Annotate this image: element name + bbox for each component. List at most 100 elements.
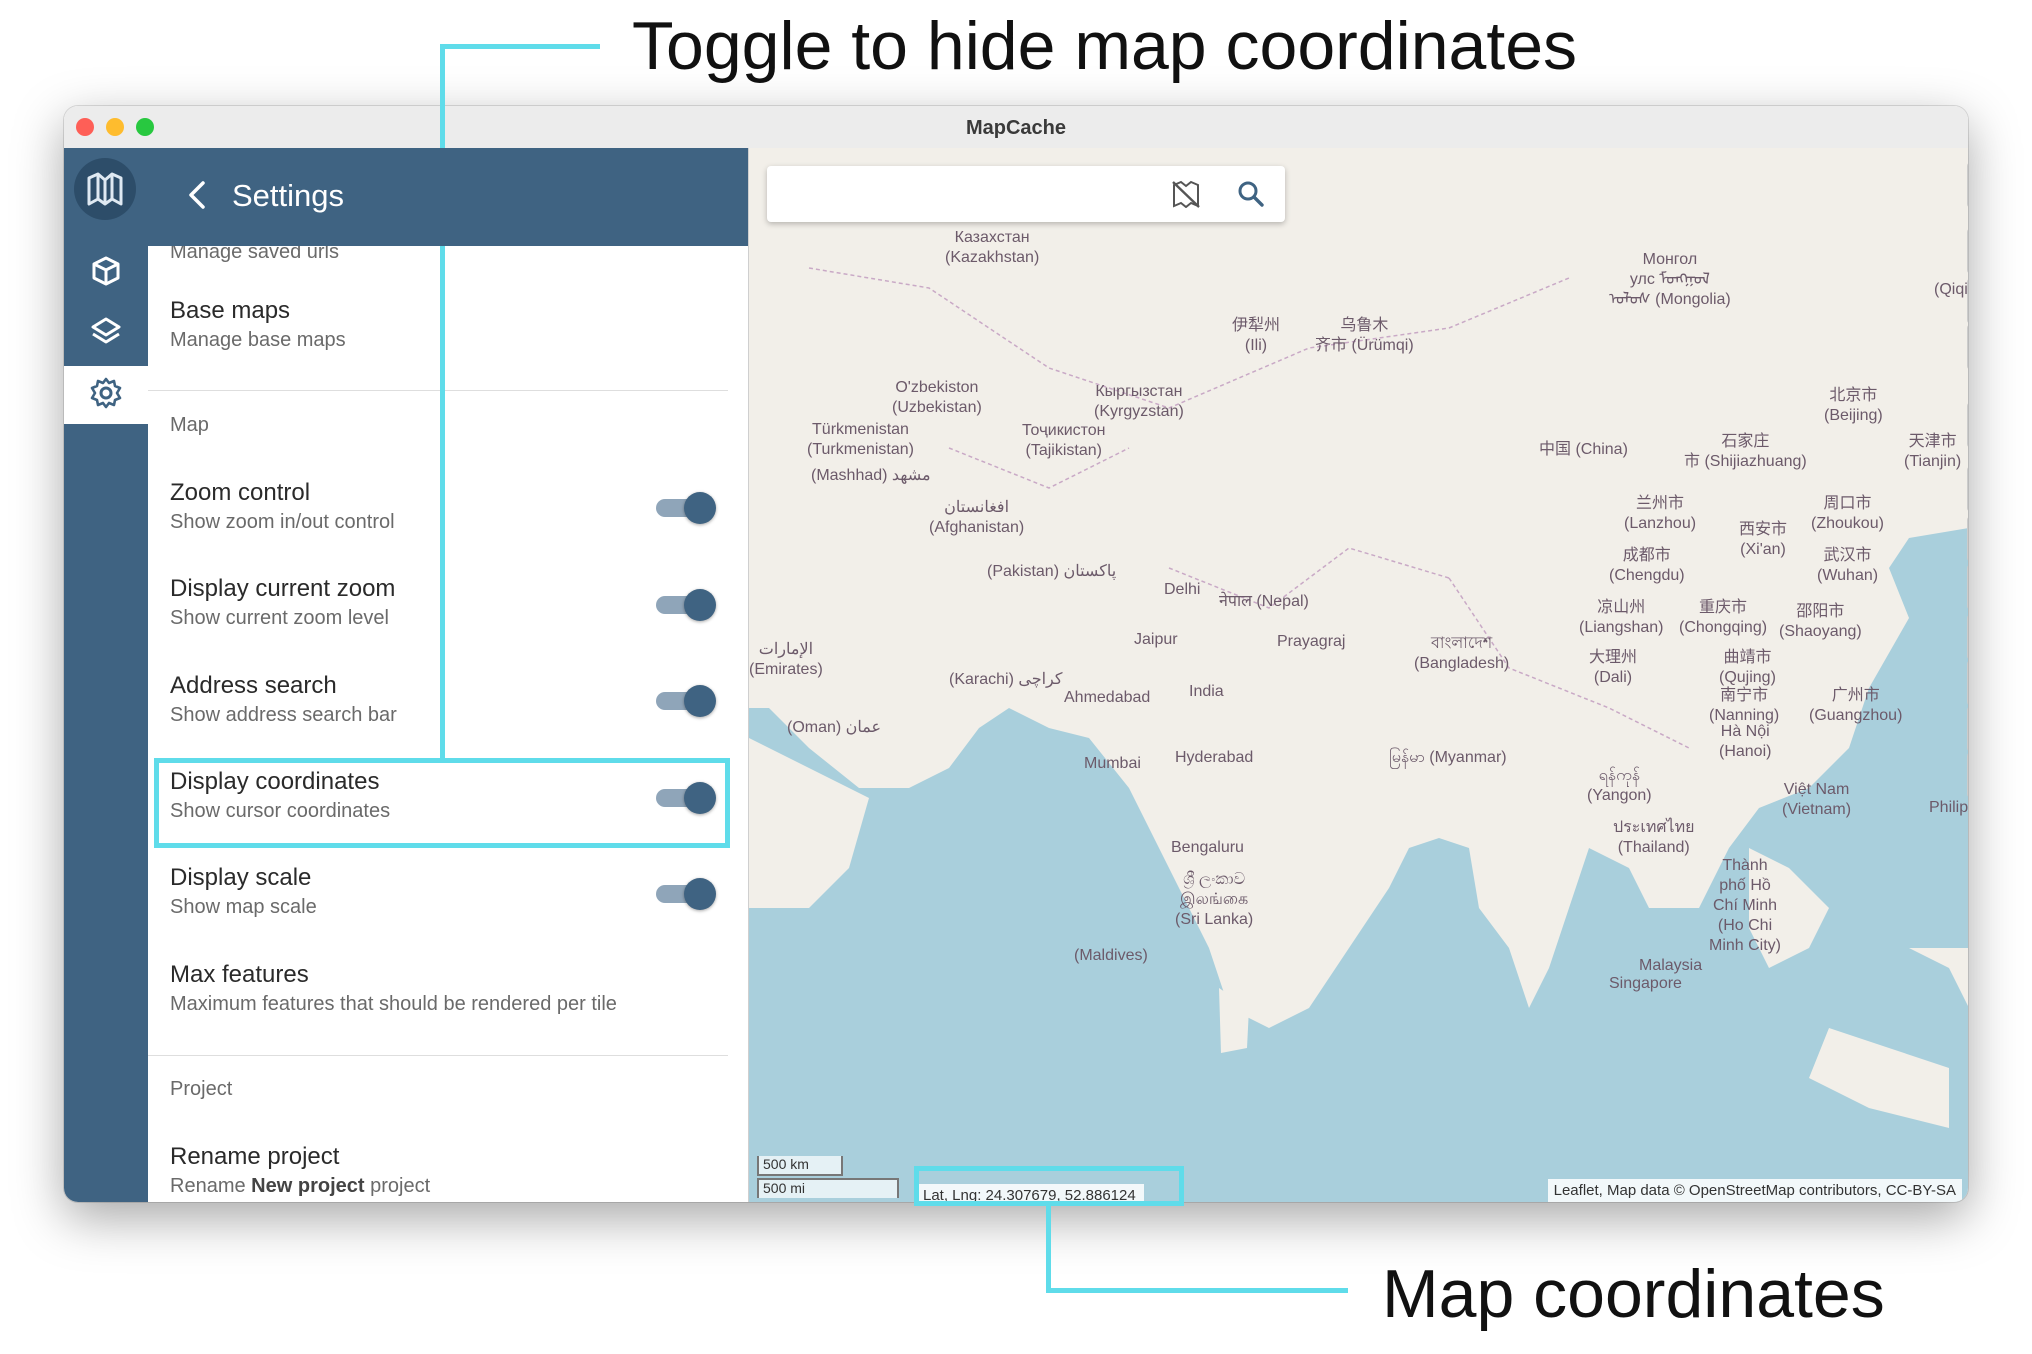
layer-order-button[interactable]: [1967, 564, 1968, 610]
map-place-label: Hà Nội (Hanoi): [1719, 723, 1772, 760]
map-place-label: Malaysia: [1639, 957, 1703, 974]
coordinates-highlight: [914, 1166, 1184, 1206]
display-coordinates-highlight: [154, 758, 730, 848]
map-place-label: O'zbekiston (Uzbekistan): [892, 379, 982, 416]
map-place-label: 西安市 (Xi'an): [1739, 521, 1788, 558]
address-search-box[interactable]: [767, 166, 1285, 222]
divider: [148, 390, 728, 391]
fit-bounds-button[interactable]: [1967, 466, 1968, 512]
draw-polygon-button[interactable]: [1967, 660, 1968, 706]
map-place-label: Кыргызстан (Kyrgyzstan): [1094, 383, 1184, 420]
map-place-label: (Mashhad) مشهد: [811, 467, 931, 484]
rename-project-subtitle: Rename New project project: [170, 1175, 431, 1197]
map-place-label: ශ්‍රී ලංකාව இலங்கை (Sri Lanka): [1175, 871, 1254, 928]
window-title: MapCache: [965, 117, 1067, 139]
map-place-label: Singapore: [1609, 975, 1682, 992]
map-place-label: (Qiqiha: [1934, 281, 1968, 298]
max-features-subtitle: Maximum features that should be rendered…: [170, 993, 617, 1015]
bottom-callout-line-vertical: [1046, 1206, 1051, 1292]
map-place-label: 周口市 (Zhoukou): [1811, 495, 1884, 532]
map-place-label: 大理州 (Dali): [1589, 649, 1638, 686]
basemap-button[interactable]: [1967, 162, 1968, 208]
address-search-input[interactable]: [779, 176, 1143, 212]
rename-project-item[interactable]: Rename project Rename New project projec…: [170, 1142, 710, 1200]
settings-header: Settings: [148, 148, 748, 246]
map-place-label: 广州市 (Guangzhou): [1809, 687, 1903, 724]
scale-km: 500 km: [757, 1156, 843, 1176]
map-place-label: 兰州市 (Lanzhou): [1624, 495, 1697, 532]
cube-icon: [90, 255, 122, 292]
map-view[interactable]: + − 4 Казахстан(Kazakhstan)Монголулс ᠮᠣᠩ…: [749, 148, 1968, 1202]
map-place-label: Prayagraj: [1277, 633, 1346, 650]
zoom-control-toggle[interactable]: [656, 492, 716, 524]
map-place-label: 南宁市 (Nanning): [1709, 687, 1780, 724]
features-nav-item[interactable]: [64, 244, 148, 302]
map-place-label: (Oman) عمان: [787, 719, 882, 736]
map-place-label: (Pakistan) پاکستان: [987, 563, 1117, 580]
map-place-label: Mumbai: [1084, 755, 1141, 772]
zoom-out-button[interactable]: −: [1967, 324, 1968, 370]
map-place-label: 伊犁州 (Ili): [1232, 317, 1281, 354]
map-place-label: Delhi: [1164, 581, 1201, 598]
chevron-left-icon: [185, 180, 209, 215]
bottom-callout-text: Map coordinates: [1382, 1256, 1885, 1332]
map-place-label: Hyderabad: [1175, 749, 1254, 766]
map-place-label: 武汉市 (Wuhan): [1817, 547, 1879, 584]
map-place-label: 乌鲁木 齐市 (Ürümqi): [1315, 317, 1414, 354]
gear-icon: [89, 376, 123, 415]
map-landmass: [749, 148, 1968, 1128]
map-place-label: Ahmedabad: [1064, 689, 1151, 706]
map-place-label: 石家庄市 (Shijiazhuang): [1684, 433, 1807, 470]
map-place-label: 中国 (China): [1539, 441, 1628, 458]
top-callout-line-horizontal: [440, 44, 600, 49]
map-place-label: ประเทศไทย (Thailand): [1613, 819, 1695, 856]
map-place-label: (Maldives): [1074, 947, 1148, 964]
map-place-label: Казахстан (Kazakhstan): [945, 229, 1040, 266]
map-attribution: Leaflet, Map data © OpenStreetMap contri…: [1547, 1179, 1962, 1202]
map-place-label: Thành phố Hồ Chí Minh (Ho Chi Minh City): [1709, 857, 1782, 954]
layers-nav-item[interactable]: [64, 304, 148, 362]
grid-button[interactable]: [1967, 228, 1968, 274]
map-place-label: Bengaluru: [1171, 839, 1244, 856]
map-place-label: Philipp: [1929, 799, 1968, 816]
map-place-label: বাংলাদেশ (Bangladesh): [1414, 635, 1510, 672]
map-place-label: ရန်ကုန် (Yangon): [1587, 767, 1652, 804]
map-section-header: Map: [170, 414, 209, 436]
draw-point-button[interactable]: [1967, 614, 1968, 660]
draw-rectangle-button[interactable]: [1967, 706, 1968, 752]
bottom-callout-line-horizontal: [1046, 1288, 1348, 1293]
display-scale-toggle[interactable]: [656, 878, 716, 910]
map-place-label: 北京市 (Beijing): [1824, 387, 1883, 424]
max-features-item[interactable]: Max features Maximum features that shoul…: [170, 960, 710, 1018]
address-search-toggle[interactable]: [656, 685, 716, 717]
search-icon[interactable]: [1237, 180, 1265, 213]
map-place-label: 凉山州 (Liangshan): [1579, 599, 1664, 636]
display-zoom-toggle[interactable]: [656, 589, 716, 621]
map-place-label: Монгол улс ᠮᠣᠩᠭᠣᠯ ᠤᠯᠤᠰ (Mongolia): [1609, 251, 1731, 308]
map-place-label: (Karachi) کراچی: [949, 671, 1063, 688]
settings-title: Settings: [232, 178, 345, 213]
top-callout-text: Toggle to hide map coordinates: [632, 8, 1578, 84]
map-place-label: Việt Nam (Vietnam): [1782, 781, 1852, 818]
display-scale-setting: Display scale Show map scale: [170, 863, 710, 921]
layers-icon: [90, 315, 122, 352]
back-button[interactable]: [176, 176, 218, 218]
map-place-label: 成都市 (Chengdu): [1609, 547, 1685, 584]
map-place-label: 天津市 (Tianjin): [1904, 433, 1962, 470]
map-place-label: 邵阳市 (Shaoyang): [1779, 603, 1862, 640]
map-place-label: Тоҷикистон (Tajikistan): [1022, 422, 1106, 459]
title-bar: MapCache: [64, 106, 1968, 149]
hide-map-coordinates-icon[interactable]: [1171, 180, 1201, 213]
zoom-level-display: 4: [1967, 402, 1968, 448]
settings-panel: Settings Manage saved urls Base maps Man…: [148, 148, 749, 1202]
hide-layers-button[interactable]: [1967, 516, 1968, 562]
map-place-label: 曲靖市 (Qujing): [1719, 649, 1776, 686]
draw-line-button[interactable]: [1967, 752, 1968, 798]
map-logo-icon[interactable]: [74, 158, 136, 220]
map-place-label: الإمارات (Emirates): [749, 641, 823, 678]
map-place-label: افغانستان (Afghanistan): [929, 499, 1025, 536]
map-place-label: 重庆市 (Chongqing): [1679, 599, 1768, 636]
map-place-label: မြန်မာ (Myanmar): [1389, 749, 1507, 766]
map-place-label: नेपाल (Nepal): [1219, 593, 1309, 610]
settings-nav-item[interactable]: [64, 366, 148, 424]
